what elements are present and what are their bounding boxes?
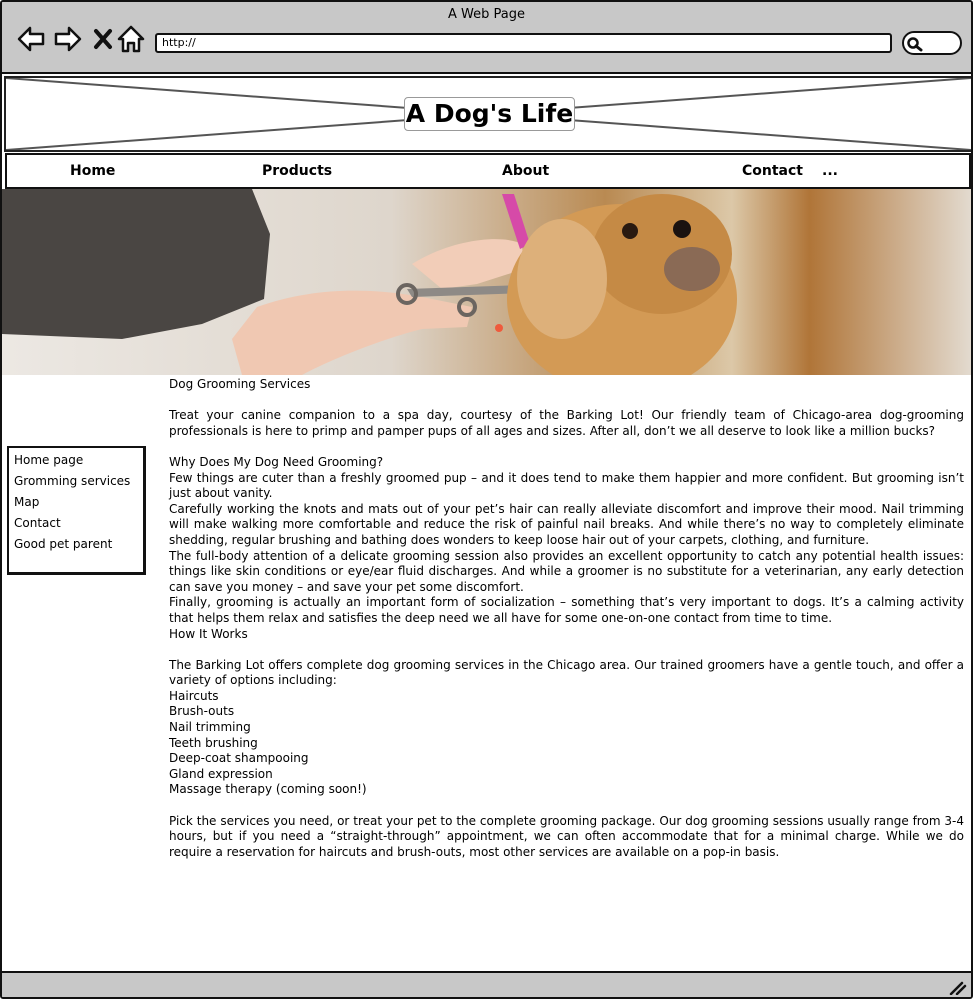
nav-products[interactable]: Products: [262, 163, 332, 179]
resize-grip-icon[interactable]: [949, 981, 967, 995]
browser-window: A Web Page http:// A Dog's Life Home Pro…: [0, 0, 973, 999]
service-list-item: Brush-outs: [169, 704, 235, 719]
url-input[interactable]: http://: [155, 33, 892, 53]
service-list-item: Teeth brushing: [169, 735, 258, 750]
forward-arrow-icon[interactable]: [53, 24, 83, 54]
header-image-placeholder: A Dog's Life: [4, 76, 971, 152]
nav-contact[interactable]: Contact: [742, 163, 803, 179]
main-content: Dog Grooming Services Treat your canine …: [169, 377, 964, 860]
site-title: A Dog's Life: [404, 97, 575, 131]
top-navigation: Home Products About Contact ...: [5, 153, 971, 189]
sidebar-item-home-page[interactable]: Home page: [9, 450, 143, 471]
search-box[interactable]: [902, 31, 962, 55]
how-intro-paragraph: The Barking Lot offers complete dog groo…: [169, 657, 964, 688]
why-paragraph: Carefully working the knots and mats out…: [169, 501, 964, 547]
nav-about[interactable]: About: [502, 163, 549, 179]
sidebar-menu: Home page Gromming services Map Contact …: [7, 446, 146, 575]
how-heading: How It Works: [169, 626, 248, 641]
window-title: A Web Page: [448, 7, 525, 22]
status-bar: [2, 971, 971, 997]
service-list-item: Gland expression: [169, 766, 273, 781]
service-list-item: Massage therapy (coming soon!): [169, 782, 367, 797]
intro-paragraph: Treat your canine companion to a spa day…: [169, 408, 964, 438]
service-list-item: Deep-coat shampooing: [169, 751, 309, 766]
why-heading: Why Does My Dog Need Grooming?: [169, 454, 384, 469]
sidebar-item-map[interactable]: Map: [9, 492, 143, 513]
nav-more[interactable]: ...: [822, 163, 838, 179]
hero-image: [2, 189, 971, 375]
closing-paragraph: Pick the services you need, or treat you…: [169, 813, 964, 859]
close-icon[interactable]: [89, 24, 119, 54]
sidebar-item-grooming-services[interactable]: Gromming services: [9, 471, 143, 492]
back-arrow-icon[interactable]: [16, 24, 46, 54]
why-paragraph: The full-body attention of a delicate gr…: [169, 548, 964, 594]
home-icon[interactable]: [116, 24, 146, 54]
why-paragraph: Few things are cuter than a freshly groo…: [169, 470, 964, 501]
browser-toolbar: A Web Page http://: [2, 2, 971, 74]
page-title: Dog Grooming Services: [169, 377, 311, 391]
service-list-item: Haircuts: [169, 688, 219, 703]
sidebar-item-good-pet-parent[interactable]: Good pet parent: [9, 534, 143, 555]
nav-home[interactable]: Home: [70, 163, 115, 179]
search-icon: [907, 37, 923, 52]
service-list-item: Nail trimming: [169, 720, 251, 735]
sidebar-item-contact[interactable]: Contact: [9, 513, 143, 534]
why-paragraph: Finally, grooming is actually an importa…: [169, 595, 964, 625]
